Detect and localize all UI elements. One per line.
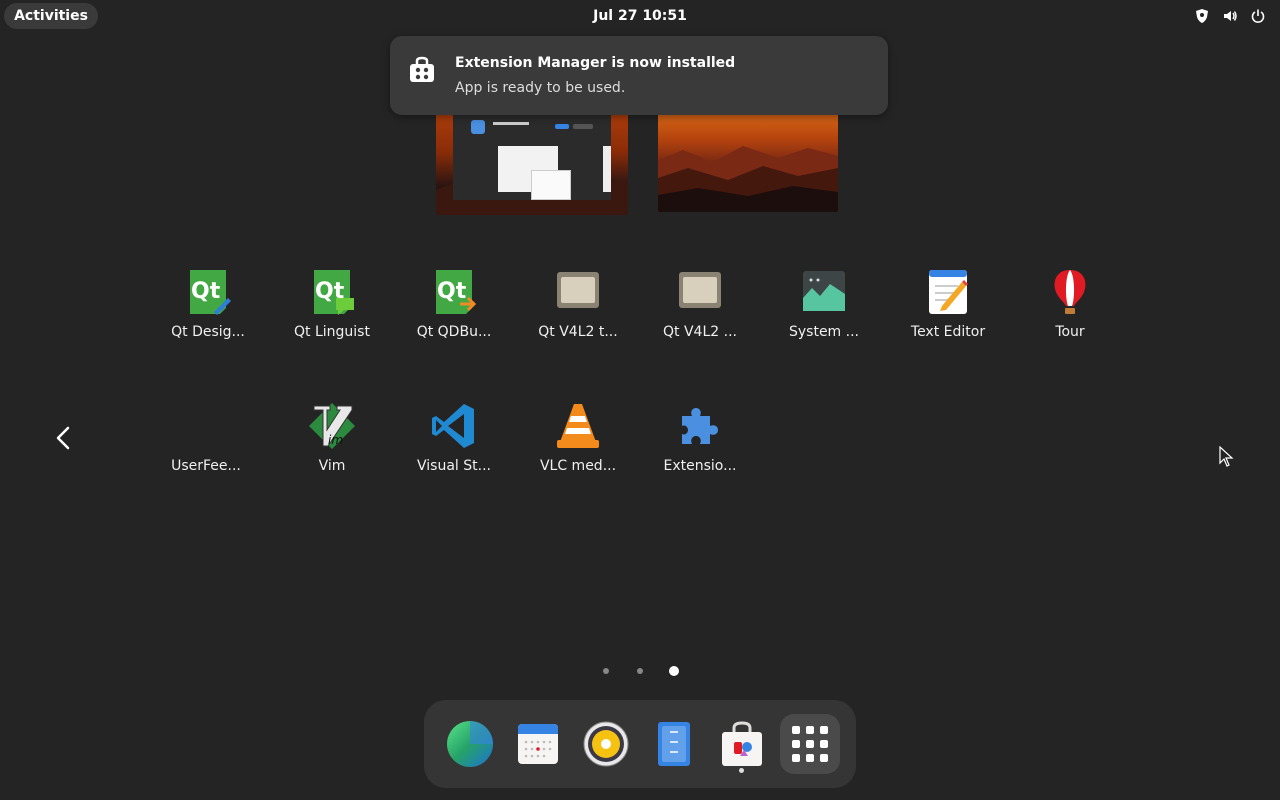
- app-label: Qt V4L2 ...: [663, 324, 737, 340]
- files-icon: [658, 722, 690, 766]
- page-indicator: [600, 664, 684, 678]
- system-tray[interactable]: [1194, 8, 1266, 24]
- page-dot-1[interactable]: [603, 668, 609, 674]
- dock-item-files[interactable]: [644, 714, 704, 774]
- app-visual-studio-code[interactable]: Visual St...: [394, 402, 514, 492]
- app-text-editor[interactable]: Text Editor: [888, 268, 1008, 358]
- tour-balloon-icon: [1054, 270, 1086, 314]
- svg-text:im: im: [328, 433, 343, 447]
- app-qt-linguist[interactable]: Qt Qt Linguist: [272, 268, 392, 358]
- app-label: VLC med...: [539, 458, 617, 474]
- app-label: Vim: [318, 458, 346, 474]
- app-qt-qdbus[interactable]: Qt Qt QDBu...: [394, 268, 514, 358]
- extension-manager-window-preview: [453, 114, 611, 200]
- calendar-icon: [518, 724, 558, 764]
- app-label: UserFee...: [171, 458, 241, 474]
- globe-browser-icon: [447, 721, 493, 767]
- software-store-icon: [410, 56, 434, 82]
- dock-item-software[interactable]: [712, 714, 772, 774]
- extension-puzzle-icon: [682, 408, 718, 444]
- vscode-icon: [432, 404, 474, 448]
- qt-designer-icon: Qt: [190, 270, 231, 315]
- volume-icon: [1224, 11, 1237, 21]
- clock[interactable]: Jul 27 10:51: [560, 0, 720, 32]
- svg-text:Qt: Qt: [191, 279, 221, 304]
- activities-button[interactable]: Activities: [4, 3, 98, 29]
- app-label: Qt Linguist: [294, 324, 370, 340]
- app-label: Visual St...: [417, 458, 491, 474]
- running-indicator: [739, 768, 744, 773]
- text-editor-icon: [929, 270, 968, 314]
- app-tour[interactable]: Tour: [1010, 268, 1130, 358]
- vim-icon: im: [309, 403, 355, 449]
- user-feedback-icon: [182, 402, 230, 450]
- security-shield-icon: [1196, 9, 1208, 23]
- app-label: Extensio...: [663, 458, 737, 474]
- app-qt-v4l2[interactable]: Qt V4L2 ...: [640, 268, 760, 358]
- dock-item-browser[interactable]: [440, 714, 500, 774]
- app-label: Qt Desig...: [171, 324, 245, 340]
- page-dot-3-current[interactable]: [669, 666, 679, 676]
- vlc-icon: [557, 404, 599, 448]
- app-qt-designer[interactable]: Qt Qt Desig...: [148, 268, 268, 358]
- dock-item-rhythmbox[interactable]: [576, 714, 636, 774]
- app-label: System ...: [788, 324, 859, 340]
- previous-page-arrow-icon[interactable]: [52, 424, 76, 452]
- power-icon: [1251, 9, 1265, 23]
- system-monitor-icon: [803, 271, 845, 311]
- app-grid-icon: [792, 726, 828, 762]
- speaker-music-icon: [583, 721, 629, 767]
- qt-v4l2-test-icon: [557, 272, 599, 308]
- app-extension-manager[interactable]: Extensio...: [640, 402, 760, 492]
- qt-qdbus-icon: Qt: [436, 270, 477, 314]
- software-store-icon: [722, 721, 762, 766]
- notification-body: App is ready to be used.: [455, 80, 626, 96]
- dock: [424, 700, 856, 788]
- workspace-thumbnail-1[interactable]: [436, 100, 628, 215]
- app-label: Tour: [1055, 324, 1085, 340]
- app-qt-v4l2-test[interactable]: Qt V4L2 t...: [518, 268, 638, 358]
- qt-linguist-icon: Qt: [314, 270, 354, 315]
- app-label: Qt QDBu...: [416, 324, 492, 340]
- notification-banner[interactable]: Extension Manager is now installed App i…: [390, 36, 888, 115]
- app-label: Qt V4L2 t...: [538, 324, 618, 340]
- app-vlc[interactable]: VLC med...: [518, 402, 638, 492]
- page-dot-2[interactable]: [637, 668, 643, 674]
- app-label: Text Editor: [910, 324, 986, 340]
- app-user-feedback[interactable]: UserFee...: [146, 402, 266, 492]
- top-bar: Activities Jul 27 10:51: [0, 0, 1280, 32]
- show-apps-button[interactable]: [780, 714, 840, 774]
- notification-title: Extension Manager is now installed: [455, 55, 736, 71]
- workspace-thumbnail-2[interactable]: [658, 100, 838, 212]
- app-system-monitor[interactable]: System ...: [764, 268, 884, 358]
- mouse-pointer-icon: [1219, 446, 1234, 467]
- dock-item-calendar[interactable]: [508, 714, 568, 774]
- svg-text:Qt: Qt: [437, 279, 467, 304]
- qt-v4l2-icon: [679, 272, 721, 308]
- app-vim[interactable]: im Vim: [272, 402, 392, 492]
